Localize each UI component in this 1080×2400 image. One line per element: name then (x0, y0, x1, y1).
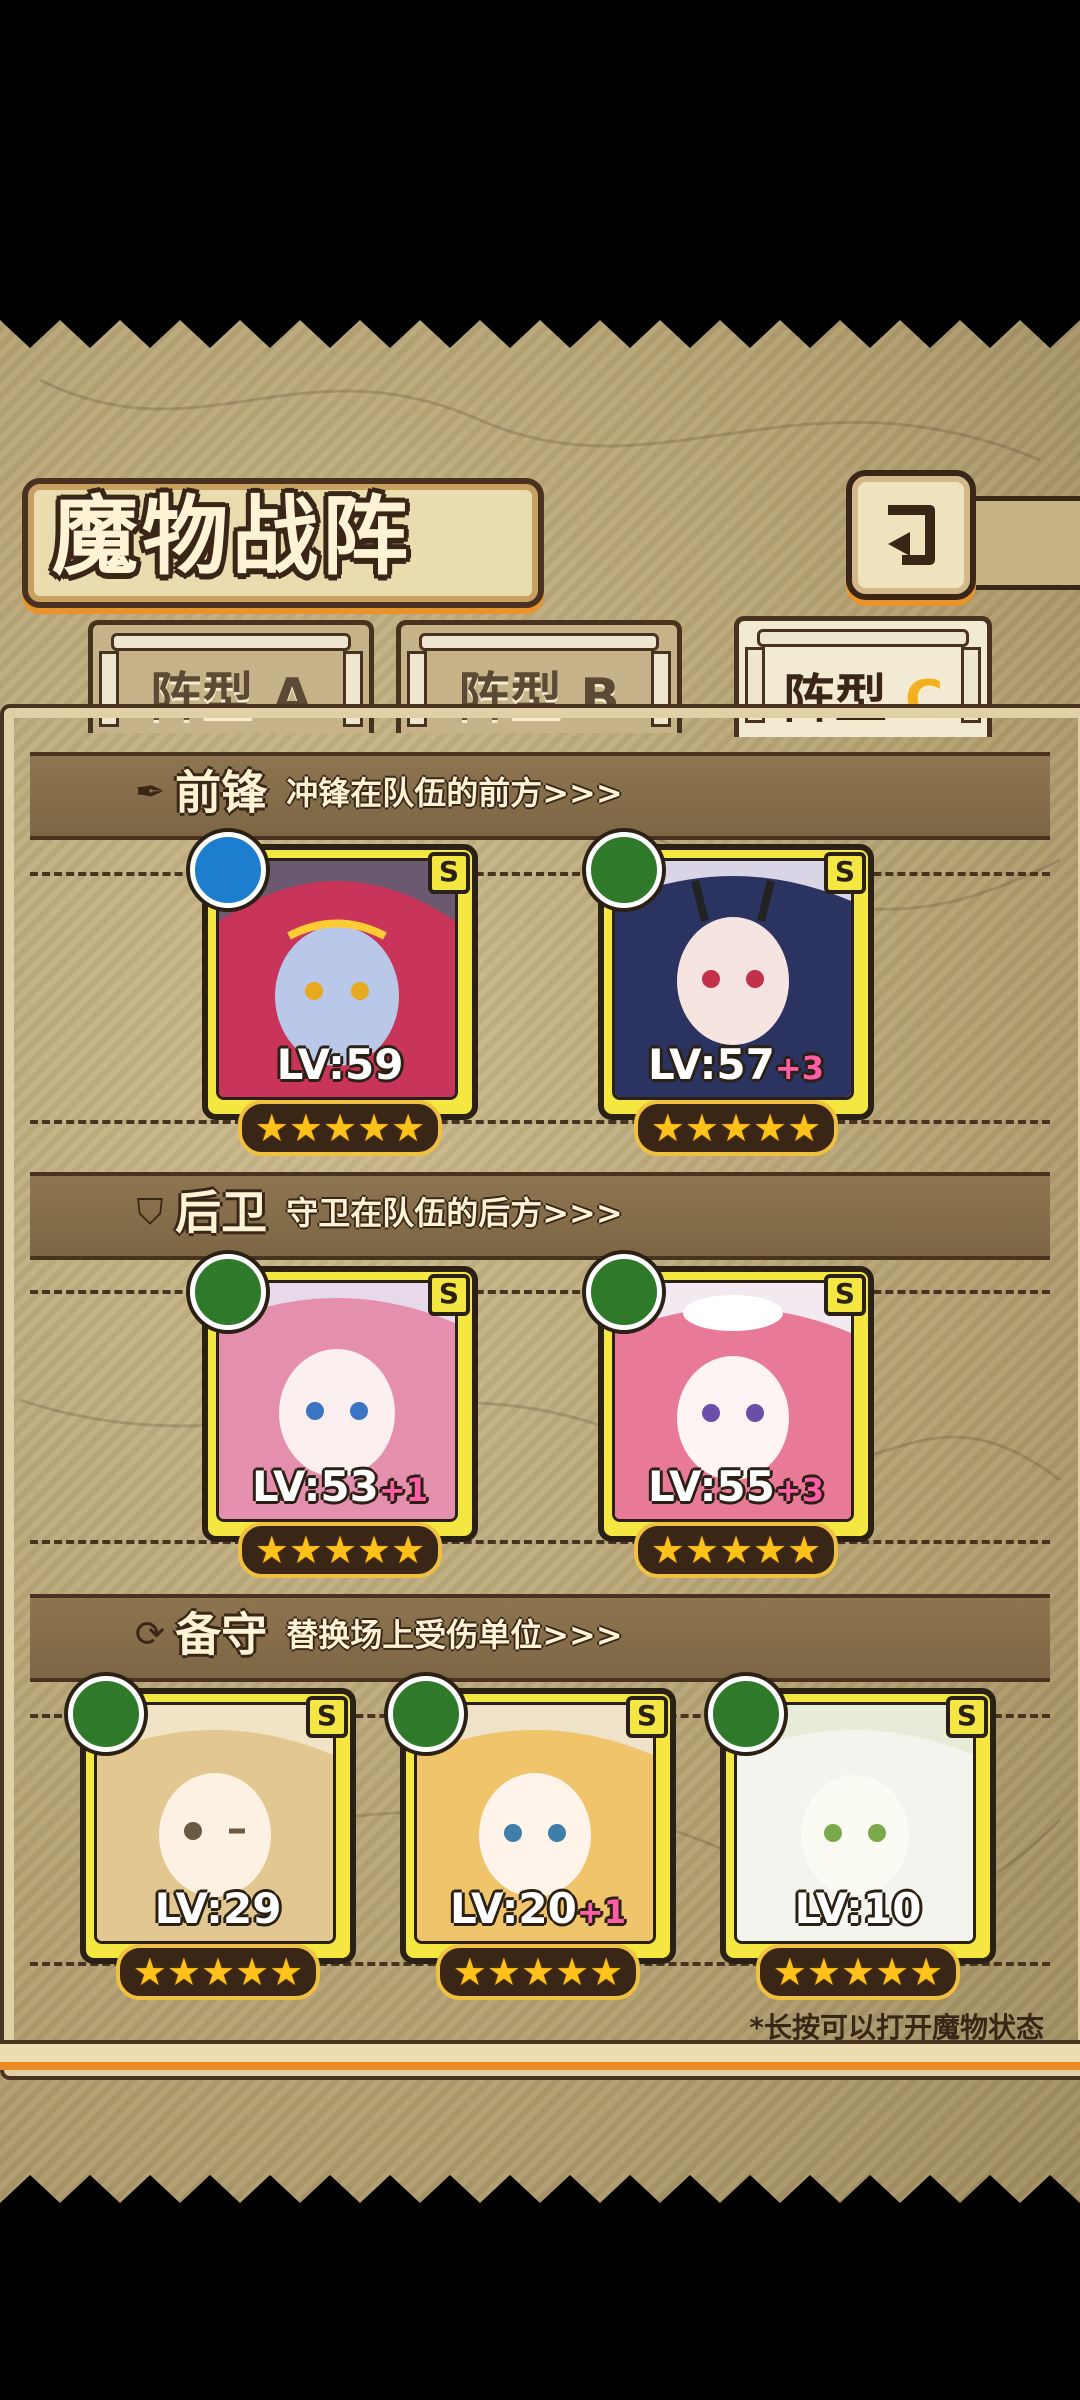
water-element-icon (190, 832, 266, 908)
divider (30, 872, 1050, 876)
unit-level: LV:57+3 (648, 1040, 824, 1089)
rank-badge: S (626, 1696, 668, 1738)
leaf-element-icon (586, 832, 662, 908)
rank-badge: S (824, 1274, 866, 1316)
unit-card-reserve-1[interactable]: S LV:29 ★ ★ ★ ★ ★ (68, 1676, 356, 2000)
rank-badge: S (428, 852, 470, 894)
swap-icon: ⟳ (134, 1613, 166, 1655)
section-description: 守卫在队伍的后方>>> (286, 1193, 623, 1232)
unit-level: LV:20+1 (450, 1884, 626, 1933)
torn-edge-bottom (0, 2175, 1080, 2225)
unit-card-front-1[interactable]: S LV:59 ★ ★ ★ ★ ★ (190, 832, 478, 1156)
torn-edge-top (0, 300, 1080, 348)
leaf-element-icon (190, 1254, 266, 1330)
unit-level: LV:29 (154, 1884, 282, 1933)
page-title: 魔物战阵 (52, 487, 412, 587)
sword-icon: ✒ (134, 771, 166, 813)
unit-card-rear-2[interactable]: S LV:55+3 ★ ★ ★ ★ ★ (586, 1254, 874, 1578)
star-rating: ★ ★ ★ ★ ★ (436, 1944, 640, 2000)
unit-level: LV:53+1 (252, 1462, 428, 1511)
shield-icon: ⛉ (136, 1191, 164, 1233)
divider (30, 1540, 1050, 1544)
section-description: 替换场上受伤单位>>> (286, 1615, 623, 1654)
leaf-element-icon (388, 1676, 464, 1752)
star-rating: ★ ★ ★ ★ ★ (238, 1100, 442, 1156)
section-header-rear: ⛉ 后卫 守卫在队伍的后方>>> (130, 1182, 623, 1242)
section-description: 冲锋在队伍的前方>>> (286, 773, 623, 812)
star-rating: ★ ★ ★ ★ ★ (116, 1944, 320, 2000)
star-rating: ★ ★ ★ ★ ★ (238, 1522, 442, 1578)
rank-badge: S (306, 1696, 348, 1738)
unit-level: LV:10 (794, 1884, 922, 1933)
section-title: 后卫 (175, 1185, 268, 1240)
back-button[interactable] (846, 470, 976, 600)
divider (30, 1120, 1050, 1124)
star-rating: ★ ★ ★ ★ ★ (634, 1100, 838, 1156)
unit-card-rear-1[interactable]: S LV:53+1 ★ ★ ★ ★ ★ (190, 1254, 478, 1578)
leaf-element-icon (708, 1676, 784, 1752)
unit-card-reserve-3[interactable]: S LV:10 ★ ★ ★ ★ ★ (708, 1676, 996, 2000)
section-title: 备守 (175, 1607, 268, 1662)
unit-card-reserve-2[interactable]: S LV:20+1 ★ ★ ★ ★ ★ (388, 1676, 676, 2000)
unit-level: LV:59 (276, 1040, 404, 1089)
back-button-rail (960, 496, 1080, 590)
rank-badge: S (946, 1696, 988, 1738)
section-header-reserve: ⟳ 备守 替换场上受伤单位>>> (130, 1604, 623, 1664)
accent-strip (0, 2062, 1080, 2070)
leaf-element-icon (586, 1254, 662, 1330)
star-rating: ★ ★ ★ ★ ★ (634, 1522, 838, 1578)
star-rating: ★ ★ ★ ★ ★ (756, 1944, 960, 2000)
section-header-front: ✒ 前锋 冲锋在队伍的前方>>> (130, 762, 623, 822)
rank-badge: S (824, 852, 866, 894)
leaf-element-icon (68, 1676, 144, 1752)
divider (30, 1290, 1050, 1294)
rank-badge: S (428, 1274, 470, 1316)
back-arrow-icon (888, 505, 935, 565)
unit-level: LV:55+3 (648, 1462, 824, 1511)
section-title: 前锋 (175, 765, 268, 820)
unit-card-front-2[interactable]: S LV:57+3 ★ ★ ★ ★ ★ (586, 832, 874, 1156)
